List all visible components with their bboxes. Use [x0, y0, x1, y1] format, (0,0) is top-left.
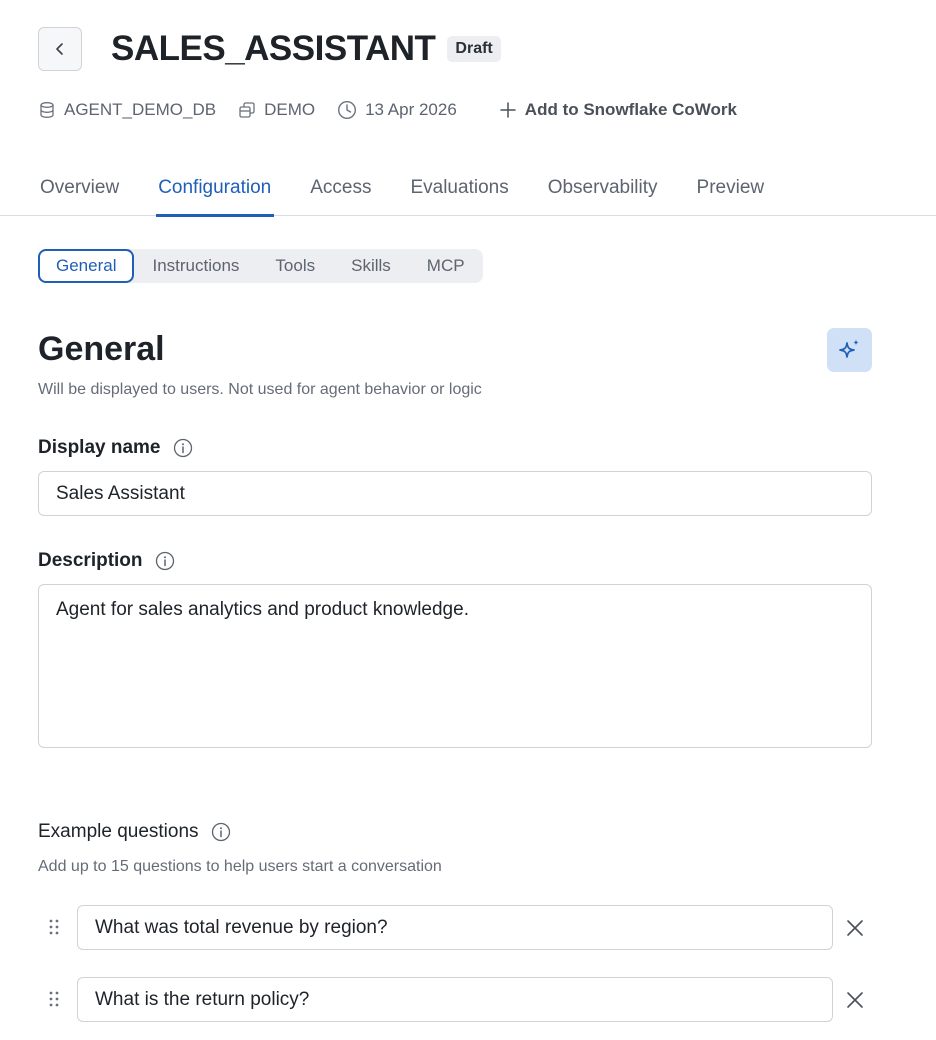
description-label: Description	[38, 550, 175, 572]
section-subtitle: Will be displayed to users. Not used for…	[38, 381, 482, 398]
main-tabs: Overview Configuration Access Evaluation…	[0, 166, 936, 217]
drag-handle-icon[interactable]	[48, 990, 60, 1008]
status-badge: Draft	[447, 36, 501, 62]
example-question-row: What was total revenue by region?	[38, 905, 878, 950]
database-icon	[40, 102, 54, 118]
example-questions-label-text: Example questions	[38, 821, 199, 842]
example-question-row: What is the return policy?	[38, 977, 878, 1022]
subtab-instructions[interactable]: Instructions	[134, 249, 257, 283]
plus-icon	[500, 102, 516, 118]
display-name-input[interactable]: Sales Assistant	[38, 471, 872, 516]
meta-row: AGENT_DEMO_DB DEMO 13 Apr 2026 Add to Sn…	[38, 96, 759, 124]
remove-question-button[interactable]	[844, 989, 866, 1011]
remove-question-button[interactable]	[844, 917, 866, 939]
info-icon[interactable]	[155, 551, 175, 571]
display-name-label-text: Display name	[38, 437, 161, 458]
close-icon	[847, 992, 863, 1008]
add-to-cowork-button[interactable]: Add to Snowflake CoWork	[499, 100, 737, 120]
add-to-cowork-label: Add to Snowflake CoWork	[524, 100, 737, 119]
schema-icon	[239, 102, 255, 118]
close-icon	[847, 920, 863, 936]
description-label-text: Description	[38, 550, 143, 571]
tab-observability[interactable]: Observability	[548, 166, 658, 216]
clock-icon	[338, 100, 357, 120]
example-questions-subtitle: Add up to 15 questions to help users sta…	[38, 858, 442, 875]
subtab-tools[interactable]: Tools	[257, 249, 333, 283]
info-icon[interactable]	[173, 438, 193, 458]
example-questions-label: Example questions	[38, 821, 231, 843]
description-textarea[interactable]: Agent for sales analytics and product kn…	[38, 584, 872, 748]
subtab-skills[interactable]: Skills	[333, 249, 409, 283]
page-title: SALES_ASSISTANT	[111, 29, 436, 68]
sparkle-icon	[838, 339, 859, 358]
meta-database-label: AGENT_DEMO_DB	[64, 100, 217, 119]
title-row: SALES_ASSISTANT Draft	[111, 27, 501, 71]
example-question-input[interactable]: What was total revenue by region?	[77, 905, 833, 950]
subtab-mcp[interactable]: MCP	[409, 249, 483, 283]
tab-configuration[interactable]: Configuration	[156, 166, 275, 217]
meta-database: AGENT_DEMO_DB	[38, 100, 216, 120]
tab-preview[interactable]: Preview	[697, 166, 765, 216]
tab-access[interactable]: Access	[310, 166, 371, 216]
tab-evaluations[interactable]: Evaluations	[410, 166, 508, 216]
subtab-general[interactable]: General	[38, 249, 135, 283]
meta-date: 13 Apr 2026	[337, 100, 457, 120]
info-icon[interactable]	[211, 822, 231, 842]
display-name-label: Display name	[38, 437, 193, 459]
meta-schema: DEMO	[238, 100, 315, 120]
example-question-input[interactable]: What is the return policy?	[77, 977, 833, 1022]
back-button[interactable]	[38, 27, 82, 71]
config-subtabs: General Instructions Tools Skills MCP	[38, 249, 483, 283]
ai-assist-button[interactable]	[827, 328, 872, 372]
section-title: General	[38, 330, 165, 368]
tab-overview[interactable]: Overview	[40, 166, 119, 216]
chevron-left-icon	[56, 43, 63, 55]
drag-handle-icon[interactable]	[48, 918, 60, 936]
page-header: SALES_ASSISTANT Draft AGENT_DEMO_DB DEMO	[0, 0, 936, 217]
meta-date-label: 13 Apr 2026	[365, 100, 457, 119]
meta-schema-label: DEMO	[264, 100, 316, 119]
